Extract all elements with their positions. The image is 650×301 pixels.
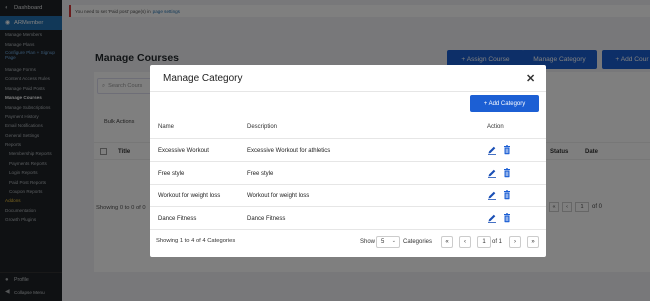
category-table-header: Name Description Action — [150, 120, 546, 139]
edit-icon[interactable] — [487, 168, 497, 178]
manage-category-modal: Manage Category ✕ + Add Category Name De… — [150, 65, 546, 257]
table-row: Excessive Workout Excessive Workout for a… — [150, 140, 546, 162]
category-description: Workout for weight loss — [247, 193, 310, 199]
per-page-select[interactable]: 5 ⌄ — [376, 236, 400, 248]
edit-icon[interactable] — [487, 213, 497, 223]
per-page-value: 5 — [381, 239, 385, 245]
current-page-input[interactable]: 1 — [477, 236, 491, 248]
category-description: Free style — [247, 170, 274, 177]
edit-icon[interactable] — [487, 145, 497, 155]
add-category-button[interactable]: + Add Category — [470, 95, 539, 112]
category-name: Dance Fitness — [158, 215, 197, 222]
prev-page-button[interactable]: ‹ — [459, 236, 471, 248]
table-row: Free style Free style — [150, 163, 546, 185]
modal-title: Manage Category — [163, 73, 243, 84]
next-page-button[interactable]: › — [509, 236, 521, 248]
delete-icon[interactable] — [502, 212, 512, 223]
last-page-button[interactable]: » — [527, 236, 539, 248]
delete-icon[interactable] — [502, 167, 512, 178]
category-name: Workout for weight loss — [158, 193, 221, 199]
categories-showing-info: Showing 1 to 4 of 4 Categories — [156, 238, 236, 244]
modal-divider — [150, 91, 546, 92]
category-name: Free style — [158, 170, 185, 177]
show-label: Show — [360, 239, 376, 245]
categories-label: Categories — [403, 239, 433, 245]
edit-icon[interactable] — [487, 190, 497, 200]
table-row: Dance Fitness Dance Fitness — [150, 208, 546, 230]
close-icon[interactable]: ✕ — [526, 72, 535, 85]
col-name: Name — [158, 124, 175, 130]
chevron-down-icon: ⌄ — [391, 238, 396, 244]
first-page-button[interactable]: « — [441, 236, 453, 248]
category-description: Excessive Workout for athletics — [247, 148, 331, 154]
col-description: Description — [247, 124, 278, 130]
table-row: Workout for weight loss Workout for weigh… — [150, 185, 546, 207]
delete-icon[interactable] — [502, 190, 512, 200]
category-description: Dance Fitness — [247, 215, 286, 222]
category-name: Excessive Workout — [158, 148, 209, 154]
col-action: Action — [487, 124, 504, 130]
page-of-label: of 1 — [492, 239, 503, 245]
delete-icon[interactable] — [502, 145, 512, 155]
